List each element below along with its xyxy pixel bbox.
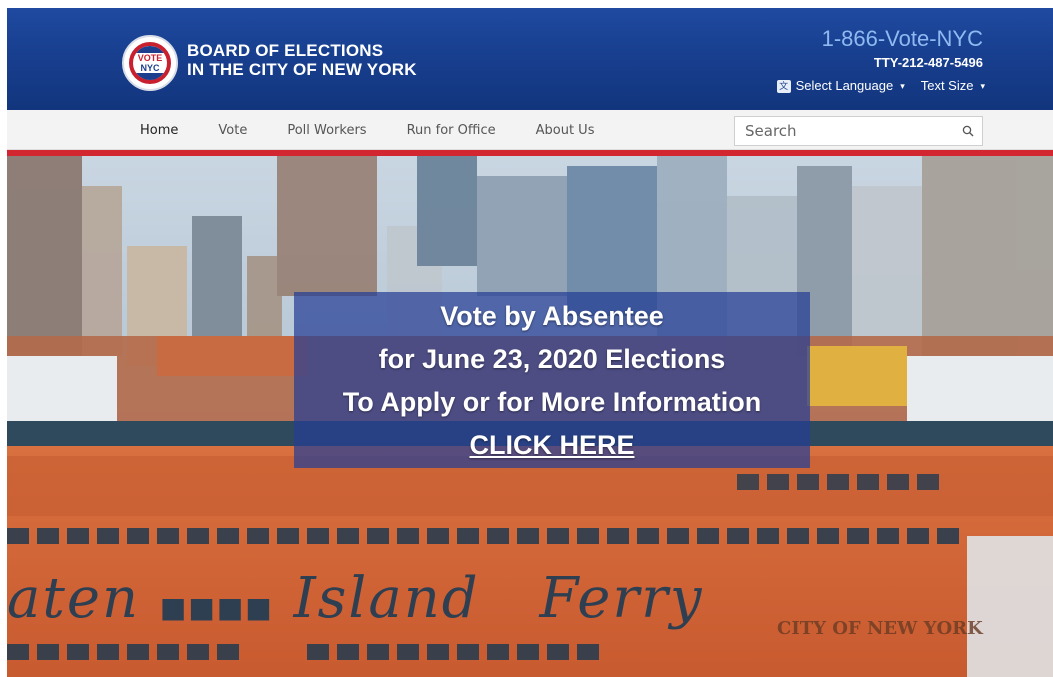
nav-item-vote[interactable]: Vote [198,110,267,150]
click-here-link[interactable]: CLICK HERE [469,429,634,461]
banner-line-1: Vote by Absentee [440,301,664,331]
utility-links: 文 Select Language ▾ Text Size ▾ [776,78,985,94]
main-nav: Home Vote Poll Workers Run for Office Ab… [7,110,1053,157]
org-title-line1: BOARD OF ELECTIONS [187,41,384,60]
ferry-text-island: Island [293,566,480,631]
logo-text-vote: VOTE [137,53,163,63]
text-size-label: Text Size [920,78,974,93]
logo-text-nyc: NYC [140,63,160,73]
top-border [0,0,1053,8]
select-language-dropdown[interactable]: 文 Select Language ▾ [776,78,905,94]
text-size-dropdown[interactable]: Text Size ▾ [921,78,985,94]
hero-slideshow[interactable]: aten ■■■■ Island Ferry CITY OF NEW YORK … [7,156,1053,677]
site-header: VOTE NYC BOARD OF ELECTIONS IN THE CITY … [7,8,1053,110]
absentee-banner[interactable]: Vote by Absentee for June 23, 2020 Elect… [294,292,810,468]
ferry-text-ferry: Ferry [539,566,704,631]
tty-number[interactable]: TTY-212-487-5496 [874,55,983,71]
translate-icon: 文 [776,79,791,93]
select-language-label: Select Language [795,78,894,93]
ferry-name-text: aten ■■■■ Island Ferry [7,566,767,646]
caret-down-icon: ▾ [980,81,985,91]
search-box [734,116,983,146]
ferry-text-aten: aten [7,566,141,631]
nav-item-run-for-office[interactable]: Run for Office [387,110,516,150]
nav-item-home[interactable]: Home [120,110,199,157]
org-title-line2: IN THE CITY OF NEW YORK [187,60,417,79]
banner-line-2: for June 23, 2020 Elections [378,344,726,374]
phone-number[interactable]: 1-866-Vote-NYC [822,26,983,52]
logo-text: VOTE NYC [133,53,167,73]
nav-item-about-us[interactable]: About Us [516,110,615,150]
search-input[interactable] [735,117,954,145]
logo-stars-band-bottom [133,73,167,80]
logo-badge: VOTE NYC [129,42,171,84]
org-title[interactable]: BOARD OF ELECTIONS IN THE CITY OF NEW YO… [187,41,417,79]
ferry-city-text: CITY OF NEW YORK [777,618,983,639]
nav-item-poll-workers[interactable]: Poll Workers [267,110,386,150]
search-icon[interactable] [954,117,982,145]
logo-stars-band [133,46,167,53]
caret-down-icon: ▾ [900,81,905,91]
vote-nyc-logo[interactable]: VOTE NYC [122,35,178,91]
ferry-squares: ■■■■ [159,591,274,624]
banner-line-3: To Apply or for More Information [342,387,762,417]
nav-items: Home Vote Poll Workers Run for Office Ab… [120,110,615,157]
